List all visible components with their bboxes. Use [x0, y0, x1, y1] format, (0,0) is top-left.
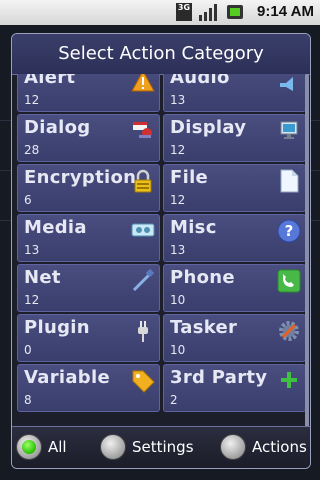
filter-all-radio[interactable]: All — [16, 432, 67, 462]
category-name: Display — [170, 117, 247, 138]
category-count: 12 — [24, 293, 40, 307]
filter-bar: All Settings Actions — [12, 426, 310, 468]
category-plugin[interactable]: Plugin 0 — [17, 314, 160, 362]
category-name: Misc — [170, 217, 217, 238]
filter-actions-radio[interactable]: Actions — [220, 432, 307, 462]
category-count: 12 — [24, 93, 40, 107]
category-count: 13 — [24, 243, 40, 257]
category-dialog[interactable]: Dialog 28 — [17, 114, 160, 162]
filter-settings-radio[interactable]: Settings — [100, 432, 194, 462]
category-name: Audio — [170, 74, 230, 88]
select-action-category-dialog: Select Action Category Alert 12 Audio 13… — [11, 33, 311, 469]
signal-icon — [199, 4, 217, 21]
category-count: 13 — [170, 93, 186, 107]
category-count: 10 — [170, 343, 186, 357]
speaker-icon — [280, 77, 293, 91]
padlock-icon — [134, 169, 152, 193]
svg-text:?: ? — [285, 222, 294, 240]
category-alert[interactable]: Alert 12 — [17, 74, 160, 112]
category-3rd-party[interactable]: 3rd Party 2 — [163, 364, 306, 412]
category-name: 3rd Party — [170, 367, 268, 388]
category-name: Dialog — [24, 117, 91, 138]
filter-label: Actions — [252, 438, 307, 456]
radio-selected-icon — [16, 434, 42, 460]
category-name: File — [170, 167, 209, 188]
category-encryption[interactable]: Encryption 6 — [17, 164, 160, 212]
category-name: Plugin — [24, 317, 90, 338]
radio-unselected-icon — [220, 434, 246, 460]
gear-icon — [279, 321, 299, 341]
category-name: Net — [24, 267, 61, 288]
category-name: Variable — [24, 367, 110, 388]
category-count: 12 — [170, 143, 186, 157]
category-count: 8 — [24, 393, 32, 407]
category-count: 10 — [170, 293, 186, 307]
3g-icon: 3G — [176, 3, 192, 21]
category-variable[interactable]: Variable 8 — [17, 364, 160, 412]
category-audio[interactable]: Audio 13 — [163, 74, 306, 112]
warning-icon — [131, 74, 155, 92]
plus-icon — [281, 372, 297, 388]
category-display[interactable]: Display 12 — [163, 114, 306, 162]
media-icon — [131, 223, 155, 237]
category-name: Tasker — [170, 317, 238, 338]
category-count: 28 — [24, 143, 40, 157]
monitor-icon — [280, 121, 298, 139]
category-count: 6 — [24, 193, 32, 207]
radio-unselected-icon — [100, 434, 126, 460]
cable-icon — [132, 269, 155, 292]
tag-icon — [132, 370, 155, 393]
category-count: 13 — [170, 243, 186, 257]
scrollbar[interactable] — [305, 74, 309, 454]
category-media[interactable]: Media 13 — [17, 214, 160, 262]
dialog-title: Select Action Category — [12, 34, 310, 75]
category-count: 2 — [170, 393, 178, 407]
filter-label: All — [48, 438, 67, 456]
status-bar: 3G 9:14 AM — [0, 0, 320, 25]
category-count: 0 — [24, 343, 32, 357]
phone-icon — [277, 269, 301, 293]
category-tasker[interactable]: Tasker 10 — [163, 314, 306, 362]
category-count: 12 — [170, 193, 186, 207]
category-misc[interactable]: Misc 13 ? — [163, 214, 306, 262]
category-name: Alert — [24, 74, 76, 88]
category-name: Encryption — [24, 167, 137, 188]
category-name: Phone — [170, 267, 235, 288]
filter-label: Settings — [132, 438, 194, 456]
plug-icon — [138, 321, 148, 342]
category-file[interactable]: File 12 — [163, 164, 306, 212]
category-name: Media — [24, 217, 87, 238]
category-net[interactable]: Net 12 — [17, 264, 160, 312]
network-label: 3G — [177, 3, 191, 12]
clock: 9:14 AM — [257, 3, 314, 20]
dialog-icon — [133, 122, 152, 138]
file-icon — [280, 169, 299, 193]
battery-icon — [227, 5, 243, 19]
category-grid: Alert 12 Audio 13 Dialog 28 Display 12 E… — [12, 74, 310, 450]
question-icon: ? — [277, 219, 301, 243]
category-phone[interactable]: Phone 10 — [163, 264, 306, 312]
